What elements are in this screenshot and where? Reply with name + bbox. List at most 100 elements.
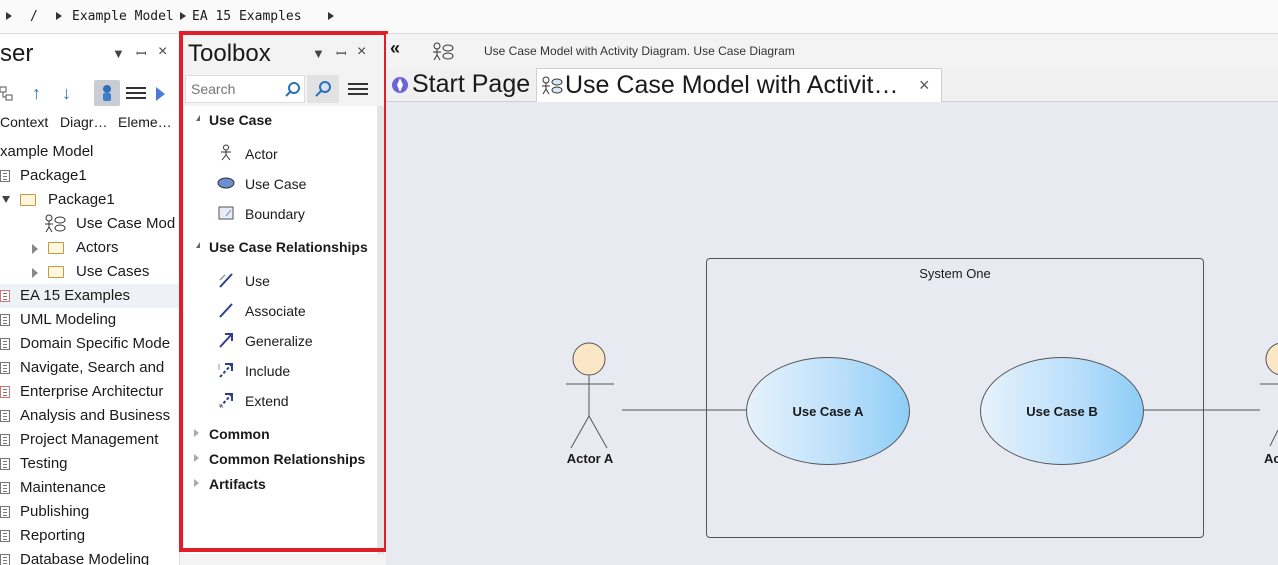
tool-use-case[interactable]: Use Case [245, 176, 306, 192]
tree-item-database-modeling[interactable]: Database Modeling [0, 548, 179, 565]
tool-actor[interactable]: Actor [245, 146, 278, 162]
find-button[interactable] [307, 75, 339, 103]
actor-icon [221, 144, 231, 161]
collapse-icon[interactable] [196, 242, 200, 248]
toolbox-menu-icon[interactable] [348, 80, 368, 98]
play-icon[interactable] [156, 87, 165, 101]
tab-start-page[interactable]: Start Page [388, 68, 536, 102]
actor-a-figure[interactable] [564, 340, 616, 452]
tab-element[interactable]: Eleme… [118, 114, 172, 130]
tree-item-testing[interactable]: Testing [0, 452, 179, 476]
tree-icon[interactable] [0, 86, 14, 102]
close-icon[interactable]: × [357, 43, 366, 61]
tree-item-actors[interactable]: Actors [0, 236, 179, 260]
section-common-relationships[interactable]: Common Relationships [209, 451, 365, 467]
toolbox-search-box [185, 75, 305, 103]
chevron-right-icon[interactable] [6, 12, 12, 20]
breadcrumb-root[interactable]: / [30, 9, 38, 24]
tree-item-analysis-business[interactable]: Analysis and Business [0, 404, 179, 428]
locate-button[interactable] [94, 80, 120, 106]
toolbox-search-input[interactable] [186, 76, 282, 102]
diagram-caption: Use Case Model with Activity Diagram. Us… [484, 44, 795, 58]
section-use-case[interactable]: Use Case [209, 112, 272, 128]
folder-icon [48, 266, 64, 278]
tree-item-reporting[interactable]: Reporting [0, 524, 179, 548]
expand-icon[interactable] [194, 429, 199, 437]
menu-icon[interactable] [126, 84, 146, 102]
tree-item-publishing[interactable]: Publishing [0, 500, 179, 524]
pin-icon[interactable]: ꟷ [336, 44, 347, 62]
panel-menu-icon[interactable]: ▼ [112, 46, 125, 61]
tab-use-case-model[interactable]: Use Case Model with Activit… × [536, 68, 942, 102]
tree-item-maintenance[interactable]: Maintenance [0, 476, 179, 500]
package-icon [0, 314, 10, 326]
tree-item-navigate-search[interactable]: Navigate, Search and [0, 356, 179, 380]
chevron-right-icon[interactable] [56, 12, 62, 20]
search-icon[interactable] [284, 81, 301, 98]
tree-item-enterprise-architecture[interactable]: Enterprise Architectur [0, 380, 179, 404]
move-down-icon[interactable]: ↓ [62, 83, 71, 104]
use-case-a[interactable]: Use Case A [746, 357, 910, 465]
folder-icon [20, 194, 36, 206]
tree-item-ea15-examples[interactable]: EA 15 Examples [0, 284, 179, 308]
browser-title: ser [0, 40, 34, 67]
package-icon [0, 530, 10, 542]
package-icon [0, 290, 10, 302]
section-artifacts[interactable]: Artifacts [209, 476, 266, 492]
use-case-diagram-icon [433, 42, 454, 61]
use-relationship-icon [219, 273, 233, 288]
start-page-icon [392, 77, 408, 93]
expand-open-icon[interactable] [2, 196, 10, 203]
tool-use[interactable]: Use [245, 273, 270, 289]
hand-icon [103, 85, 111, 101]
move-up-icon[interactable]: ↑ [32, 83, 41, 104]
diagram-canvas[interactable]: System One Actor A Use Case A Use Case B… [386, 102, 1278, 565]
tool-generalize[interactable]: Generalize [245, 333, 313, 349]
tree-item-use-cases[interactable]: Use Cases [0, 260, 179, 284]
actor-b-figure[interactable] [1258, 340, 1278, 452]
tree-item-project-management[interactable]: Project Management [0, 428, 179, 452]
tool-associate[interactable]: Associate [245, 303, 306, 319]
package-icon [0, 410, 10, 422]
panel-menu-icon[interactable]: ▼ [312, 46, 325, 61]
close-icon[interactable]: × [158, 43, 167, 61]
browser-toolbar: ↑ ↓ [0, 80, 179, 110]
toolbox-title: Toolbox [188, 40, 271, 67]
tree-item-package1-child[interactable]: Package1 [0, 188, 179, 212]
expand-icon[interactable] [194, 479, 199, 487]
expand-icon[interactable] [32, 244, 38, 254]
find-icon [315, 81, 331, 97]
tree-item-package1[interactable]: Package1 [0, 164, 179, 188]
section-use-case-relationships[interactable]: Use Case Relationships [209, 239, 368, 255]
document-tabs: Start Page Use Case Model with Activit… … [386, 68, 1278, 102]
collapse-panels-icon[interactable]: « [390, 38, 400, 59]
extend-icon [218, 393, 233, 409]
boundary-icon [218, 206, 234, 220]
folder-icon [48, 242, 64, 254]
use-case-b[interactable]: Use Case B [980, 357, 1144, 465]
associate-icon [219, 303, 233, 318]
collapse-icon[interactable] [196, 115, 200, 121]
chevron-right-icon[interactable] [328, 12, 334, 20]
pin-icon[interactable]: ꟷ [136, 44, 147, 62]
tree-item-uml-modeling[interactable]: UML Modeling [0, 308, 179, 332]
section-common[interactable]: Common [209, 426, 270, 442]
package-icon [0, 506, 10, 518]
chevron-right-icon[interactable] [180, 12, 186, 20]
tab-context[interactable]: Context [0, 114, 48, 130]
package-icon [0, 362, 10, 374]
tool-extend[interactable]: Extend [245, 393, 289, 409]
association-lines [622, 409, 1260, 411]
close-tab-icon[interactable]: × [919, 75, 930, 96]
breadcrumb-item-example-model[interactable]: Example Model [72, 9, 174, 24]
tree-item-example-model[interactable]: xample Model [0, 140, 179, 164]
expand-icon[interactable] [32, 268, 38, 278]
breadcrumb-item-ea15[interactable]: EA 15 Examples [192, 9, 302, 24]
toolbox-scrollbar[interactable] [377, 106, 384, 554]
tool-include[interactable]: Include [245, 363, 290, 379]
expand-icon[interactable] [194, 454, 199, 462]
tool-boundary[interactable]: Boundary [245, 206, 305, 222]
tree-item-use-case-model[interactable]: Use Case Mod [0, 212, 179, 236]
tree-item-domain-specific[interactable]: Domain Specific Mode [0, 332, 179, 356]
tab-diagram[interactable]: Diagr… [60, 114, 107, 130]
